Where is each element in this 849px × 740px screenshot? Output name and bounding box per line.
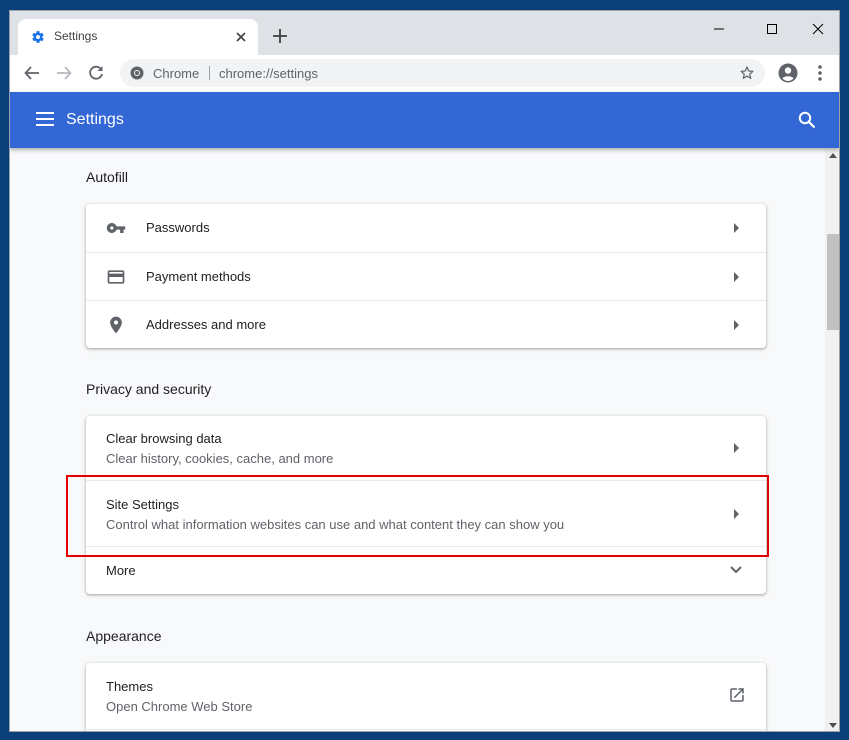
- close-icon[interactable]: [234, 30, 248, 44]
- chevron-down-icon: [730, 566, 742, 574]
- url-text[interactable]: chrome://settings: [219, 66, 318, 81]
- passwords-row[interactable]: Passwords: [86, 204, 766, 252]
- more-label: More: [106, 563, 136, 578]
- new-tab-button[interactable]: [272, 28, 288, 44]
- section-title-autofill: Autofill: [86, 169, 129, 185]
- window-close-button[interactable]: [795, 17, 839, 41]
- site-label: Chrome: [153, 66, 200, 81]
- search-icon[interactable]: [798, 111, 816, 129]
- close-icon: [812, 23, 824, 35]
- section-title-privacy: Privacy and security: [86, 381, 212, 397]
- payment-methods-label: Payment methods: [146, 269, 251, 284]
- arrow-right-icon: [734, 223, 739, 233]
- credit-card-icon: [107, 270, 125, 284]
- section-title-appearance: Appearance: [86, 628, 162, 644]
- back-arrow-icon[interactable]: [23, 64, 41, 82]
- arrow-right-icon: [734, 272, 739, 282]
- highlight-box: [66, 475, 769, 557]
- scrollbar-thumb[interactable]: [827, 234, 839, 330]
- maximize-button[interactable]: [749, 17, 795, 41]
- omnibox-separator: [209, 66, 210, 80]
- arrow-right-icon: [734, 443, 739, 453]
- settings-header: Settings: [10, 92, 839, 148]
- tab-strip: Settings: [10, 11, 839, 55]
- themes-label: Themes: [106, 679, 153, 694]
- chrome-logo-icon: [130, 66, 144, 80]
- clear-browsing-data-label: Clear browsing data: [106, 431, 222, 446]
- payment-methods-row[interactable]: Payment methods: [86, 252, 766, 300]
- open-in-new-icon[interactable]: [728, 686, 746, 704]
- themes-row[interactable]: Themes Open Chrome Web Store: [86, 663, 766, 729]
- tab-title: Settings: [54, 29, 98, 43]
- minimize-button[interactable]: [696, 17, 742, 41]
- browser-toolbar: Chrome chrome://settings: [10, 55, 839, 92]
- settings-content: Autofill Passwords Payment methods Addre…: [10, 148, 825, 731]
- scroll-down-arrow-icon[interactable]: [829, 723, 837, 729]
- autofill-card: Passwords Payment methods Addresses and …: [86, 204, 766, 348]
- more-vert-icon[interactable]: [816, 64, 824, 82]
- forward-arrow-icon[interactable]: [55, 64, 73, 82]
- appearance-card: Themes Open Chrome Web Store: [86, 663, 766, 731]
- browser-window: Settings Chrome chrome://settings Settin…: [9, 10, 840, 732]
- gear-icon: [32, 31, 44, 43]
- page-title: Settings: [66, 111, 124, 128]
- tab-settings[interactable]: Settings: [18, 19, 258, 55]
- appearance-next-row[interactable]: [86, 729, 766, 731]
- addresses-label: Addresses and more: [146, 317, 266, 332]
- menu-icon[interactable]: [36, 112, 54, 126]
- clear-browsing-data-row[interactable]: Clear browsing data Clear history, cooki…: [86, 416, 766, 480]
- profile-avatar-icon[interactable]: [778, 63, 798, 83]
- themes-sublabel: Open Chrome Web Store: [106, 699, 253, 714]
- arrow-right-icon: [734, 320, 739, 330]
- reload-icon[interactable]: [87, 64, 105, 82]
- address-bar[interactable]: Chrome chrome://settings: [120, 59, 765, 87]
- clear-browsing-data-sublabel: Clear history, cookies, cache, and more: [106, 451, 334, 466]
- passwords-label: Passwords: [146, 220, 210, 235]
- scroll-up-arrow-icon[interactable]: [829, 152, 837, 158]
- maximize-icon: [767, 24, 777, 34]
- key-icon: [106, 223, 126, 233]
- minimize-icon: [714, 28, 724, 30]
- location-pin-icon: [110, 316, 122, 334]
- star-icon[interactable]: [739, 65, 755, 81]
- addresses-row[interactable]: Addresses and more: [86, 300, 766, 348]
- vertical-scrollbar[interactable]: [825, 148, 839, 731]
